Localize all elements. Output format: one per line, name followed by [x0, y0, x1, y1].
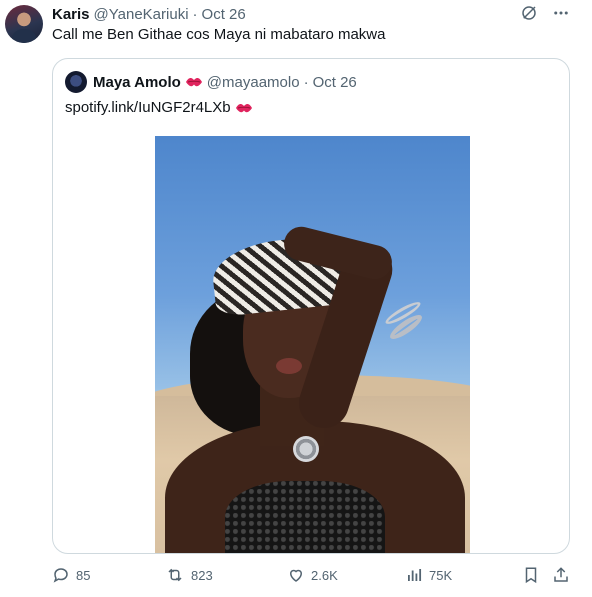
- bookmark-button[interactable]: [522, 566, 540, 584]
- tweet-date[interactable]: Oct 26: [202, 6, 246, 23]
- share-button[interactable]: [552, 566, 570, 584]
- kiss-mark-icon: [235, 101, 253, 115]
- separator-dot: ·: [192, 5, 198, 23]
- quoted-tweet[interactable]: Maya Amolo @mayaamolo · Oct 26 spotify.l…: [52, 58, 570, 554]
- heart-icon: [287, 566, 305, 584]
- repost-button[interactable]: 823: [165, 566, 213, 584]
- tweet-text: Call me Ben Githae cos Maya ni mabataro …: [52, 26, 386, 43]
- repost-icon: [165, 566, 185, 584]
- like-button[interactable]: 2.6K: [287, 566, 338, 584]
- author-handle[interactable]: @YaneKariuki: [94, 6, 189, 23]
- views-icon: [405, 566, 423, 584]
- reply-icon: [52, 566, 70, 584]
- more-options-icon[interactable]: [552, 4, 570, 22]
- views-button[interactable]: 75K: [405, 566, 452, 584]
- separator-dot: ·: [303, 73, 309, 91]
- quoted-tweet-header: Maya Amolo @mayaamolo · Oct 26: [65, 71, 357, 93]
- author-name[interactable]: Karis: [52, 6, 90, 23]
- quoted-author-name[interactable]: Maya Amolo: [93, 74, 181, 91]
- quoted-tweet-date[interactable]: Oct 26: [313, 74, 357, 91]
- author-avatar[interactable]: [5, 5, 43, 43]
- quoted-tweet-photo[interactable]: [155, 136, 470, 553]
- bookmark-icon: [522, 566, 540, 584]
- share-icon: [552, 566, 570, 584]
- quoted-tweet-text: spotify.link/IuNGF2r4LXb: [65, 99, 253, 116]
- grok-icon[interactable]: [520, 4, 538, 22]
- photo-pendant: [293, 436, 319, 462]
- photo-top: [225, 481, 385, 553]
- action-bar: 85 823 2.6K 75K: [52, 566, 572, 588]
- spotify-link[interactable]: spotify.link/IuNGF2r4LXb: [65, 99, 231, 116]
- kiss-mark-icon: [185, 75, 203, 89]
- repost-count: 823: [191, 567, 213, 583]
- reply-button[interactable]: 85: [52, 566, 90, 584]
- tweet-header: Karis @YaneKariuki · Oct 26: [52, 4, 246, 24]
- like-count: 2.6K: [311, 567, 338, 583]
- quoted-author-handle[interactable]: @mayaamolo: [207, 74, 300, 91]
- top-actions: [520, 4, 570, 22]
- photo-lips: [276, 358, 302, 374]
- quoted-author-avatar[interactable]: [65, 71, 87, 93]
- reply-count: 85: [76, 567, 91, 583]
- views-count: 75K: [429, 567, 453, 583]
